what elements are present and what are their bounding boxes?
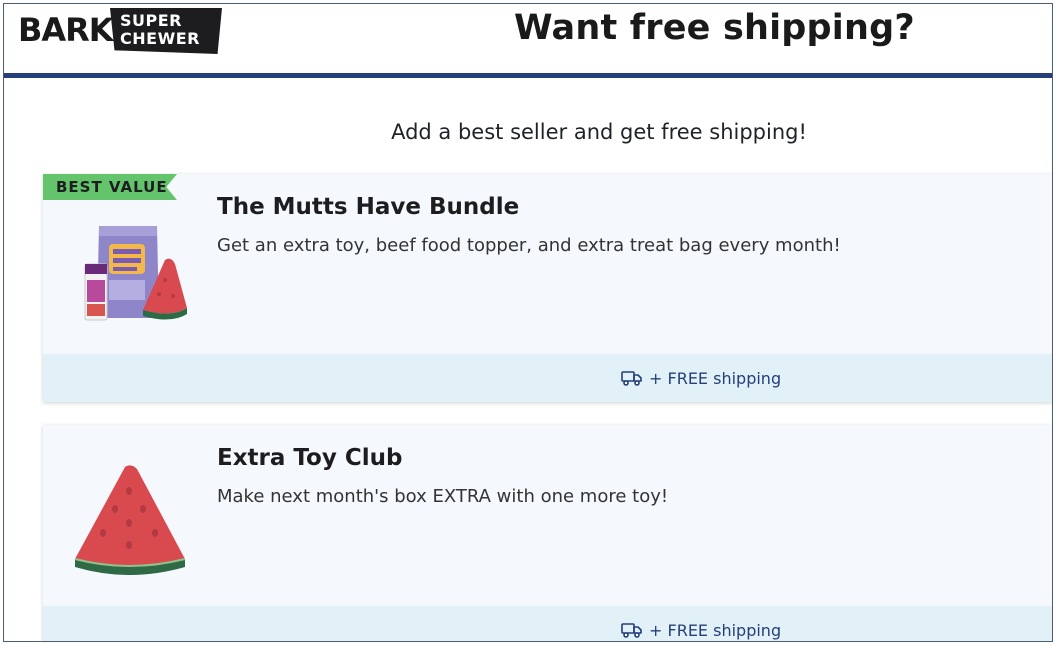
truck-icon xyxy=(621,371,642,386)
offer-title: The Mutts Have Bundle xyxy=(217,194,520,220)
offer-description: Make next month's box EXTRA with one mor… xyxy=(217,486,669,507)
bark-super-chewer-logo: BARK SUPER CHEWER xyxy=(18,6,223,54)
modal: BARK SUPER CHEWER Want free shipping? Ad… xyxy=(3,3,1053,642)
free-shipping-text: + FREE shipping xyxy=(649,368,782,388)
offer-card-extra-toy-club[interactable]: Extra Toy Club Make next month's box EXT… xyxy=(43,425,1052,641)
free-shipping-label: + FREE shipping xyxy=(621,367,781,389)
offer-card-mutts-have-bundle[interactable]: BEST VALUE The Mutts Have Bundle Get an … xyxy=(43,174,1052,402)
offer-footer: + FREE shipping xyxy=(43,606,1052,641)
header-bar: BARK SUPER CHEWER Want free shipping? xyxy=(4,4,1052,78)
offer-title: Extra Toy Club xyxy=(217,445,403,471)
free-shipping-label: + FREE shipping xyxy=(621,619,781,641)
logo-badge-line1: SUPER xyxy=(120,11,182,30)
free-shipping-text: + FREE shipping xyxy=(649,620,782,640)
offer-description: Get an extra toy, beef food topper, and … xyxy=(217,235,841,256)
logo-word: BARK xyxy=(18,11,114,49)
logo-badge-line2: CHEWER xyxy=(120,29,200,48)
best-value-badge: BEST VALUE xyxy=(43,174,177,200)
offer-footer: + FREE shipping xyxy=(43,354,1052,402)
subtitle: Add a best seller and get free shipping! xyxy=(391,120,807,144)
watermelon-toy-image xyxy=(74,465,186,575)
page-title: Want free shipping? xyxy=(514,8,915,48)
truck-icon xyxy=(621,623,642,638)
logo-badge: SUPER CHEWER xyxy=(110,8,222,54)
bundle-product-image xyxy=(84,226,187,321)
